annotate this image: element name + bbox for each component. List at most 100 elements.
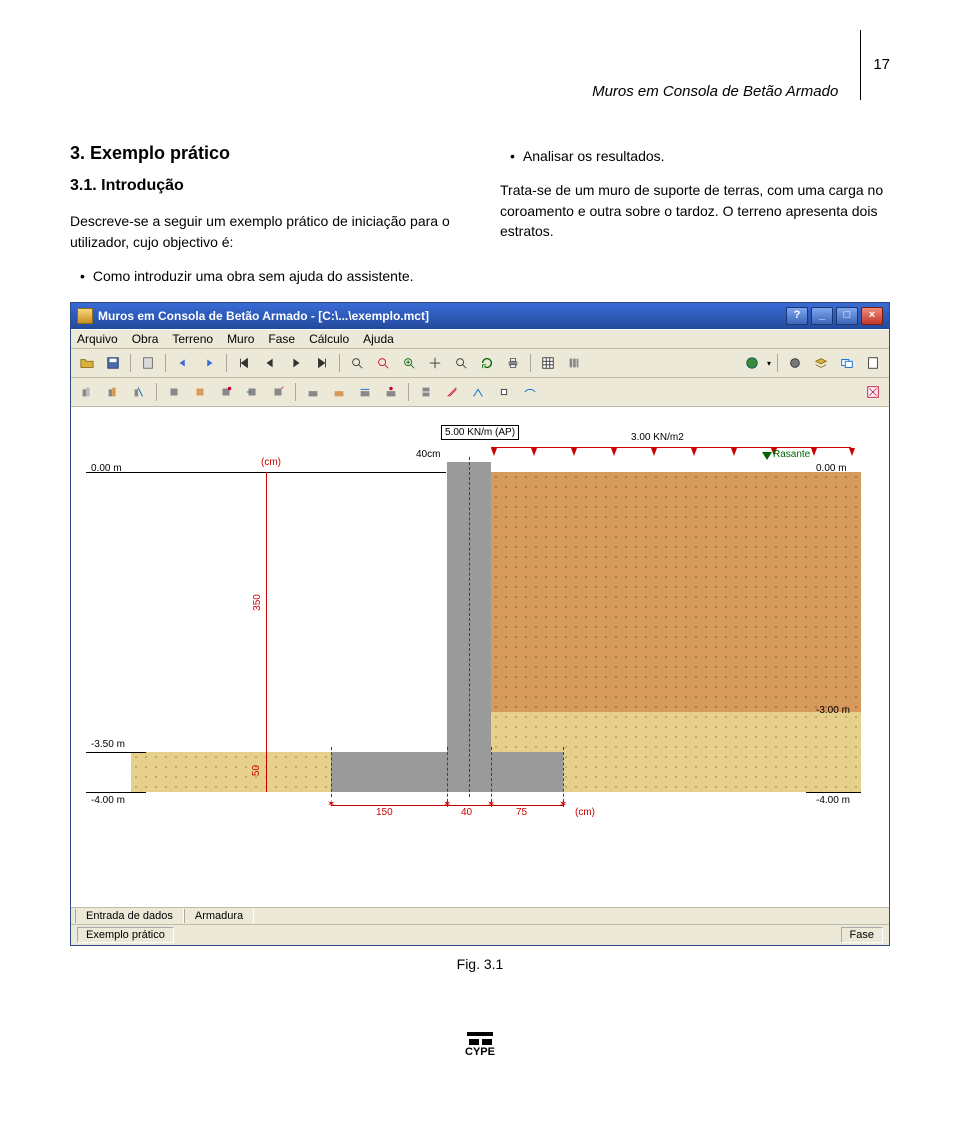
status-right: Fase: [841, 927, 883, 943]
toolbar-separator: [156, 383, 157, 401]
toolbar-main: ▾: [71, 349, 889, 378]
tool-h-icon[interactable]: [267, 381, 289, 403]
toolbar-separator: [130, 354, 131, 372]
elev-left-400: -4.00 m: [91, 795, 125, 806]
first-icon[interactable]: [233, 352, 255, 374]
zoom-fit-icon[interactable]: [372, 352, 394, 374]
print-icon[interactable]: [502, 352, 524, 374]
undo-icon[interactable]: [172, 352, 194, 374]
zoom-window-icon[interactable]: [346, 352, 368, 374]
open-icon[interactable]: [76, 352, 98, 374]
tool-g-icon[interactable]: [241, 381, 263, 403]
intro-paragraph: Descreve-se a seguir um exemplo prático …: [70, 211, 460, 252]
tool-c-icon[interactable]: [128, 381, 150, 403]
bullet-item-2: • Analisar os resultados.: [510, 146, 890, 166]
calc-icon[interactable]: [137, 352, 159, 374]
status-left: Exemplo prático: [77, 927, 174, 943]
tool-d-icon[interactable]: [163, 381, 185, 403]
windows-icon[interactable]: [836, 352, 858, 374]
tool-f-icon[interactable]: [215, 381, 237, 403]
dropdown-caret-icon[interactable]: ▾: [767, 359, 771, 368]
toolbar-separator: [408, 383, 409, 401]
dim-tick: [563, 747, 564, 807]
dim-tick: [447, 747, 448, 807]
tool-l-icon[interactable]: [380, 381, 402, 403]
menu-fase[interactable]: Fase: [268, 332, 295, 346]
bullet-text: Como introduzir uma obra sem ajuda do as…: [93, 266, 414, 286]
zoom-prev-icon[interactable]: [450, 352, 472, 374]
toolbar-separator: [165, 354, 166, 372]
app-icon: [77, 308, 93, 324]
menu-arquivo[interactable]: Arquivo: [77, 332, 118, 346]
distributed-load-label: 3.00 KN/m2: [631, 432, 684, 443]
bullet-text: Analisar os resultados.: [523, 146, 665, 166]
tool-p-icon[interactable]: [493, 381, 515, 403]
top-width-label: 40cm: [416, 449, 440, 460]
close-button[interactable]: ×: [861, 307, 883, 325]
left-column: 3. Exemplo prático 3.1. Introdução Descr…: [70, 140, 460, 292]
toolbar-separator: [226, 354, 227, 372]
tool-a-icon[interactable]: [76, 381, 98, 403]
bullet-dot-icon: •: [80, 266, 85, 286]
dim-tick: [491, 747, 492, 807]
columns-icon[interactable]: [563, 352, 585, 374]
globe-icon[interactable]: [741, 352, 763, 374]
menu-bar: Arquivo Obra Terreno Muro Fase Cálculo A…: [71, 329, 889, 349]
toolbar-secondary: [71, 378, 889, 407]
document-page: Muros em Consola de Betão Armado 17 3. E…: [0, 0, 960, 1098]
right-column: • Analisar os resultados. Trata-se de um…: [500, 140, 890, 292]
window-controls: ? _ □ ×: [786, 307, 883, 325]
subsection-heading: 3.1. Introdução: [70, 174, 460, 197]
menu-terreno[interactable]: Terreno: [172, 332, 213, 346]
menu-ajuda[interactable]: Ajuda: [363, 332, 394, 346]
redo-icon[interactable]: [198, 352, 220, 374]
maximize-button[interactable]: □: [836, 307, 858, 325]
title-bar-left: Muros em Consola de Betão Armado - [C:\.…: [77, 308, 429, 324]
drawing-canvas[interactable]: 5.00 KN/m (AP) 3.00 KN/m2 Rasante 0.00 m…: [71, 407, 889, 907]
elev-right-300: -3.00 m: [816, 705, 850, 716]
tool-o-icon[interactable]: [467, 381, 489, 403]
save-icon[interactable]: [102, 352, 124, 374]
toolbar-separator: [777, 354, 778, 372]
load-arrow-icon: [731, 448, 737, 456]
zoom-in-icon[interactable]: [398, 352, 420, 374]
table-icon[interactable]: [537, 352, 559, 374]
body-columns: 3. Exemplo prático 3.1. Introdução Descr…: [70, 140, 890, 292]
load-arrow-icon: [571, 448, 577, 456]
pan-icon[interactable]: [424, 352, 446, 374]
next-icon[interactable]: [285, 352, 307, 374]
tab-entrada-dados[interactable]: Entrada de dados: [75, 909, 184, 923]
tool-e-icon[interactable]: [189, 381, 211, 403]
guide-line: [86, 752, 146, 753]
minimize-button[interactable]: _: [811, 307, 833, 325]
prev-icon[interactable]: [259, 352, 281, 374]
section-heading: 3. Exemplo prático: [70, 140, 460, 166]
tool-k-icon[interactable]: [354, 381, 376, 403]
menu-calculo[interactable]: Cálculo: [309, 332, 349, 346]
refresh-icon[interactable]: [476, 352, 498, 374]
settings-icon[interactable]: [784, 352, 806, 374]
page-header: Muros em Consola de Betão Armado 17: [70, 30, 890, 100]
tool-q-icon[interactable]: [519, 381, 541, 403]
help-button[interactable]: ?: [786, 307, 808, 325]
last-icon[interactable]: [311, 352, 333, 374]
bullet-item-1: • Como introduzir uma obra sem ajuda do …: [80, 266, 460, 286]
tool-n-icon[interactable]: [441, 381, 463, 403]
menu-obra[interactable]: Obra: [132, 332, 159, 346]
load-arrow-icon: [531, 448, 537, 456]
footer-brand-text: CYPE: [70, 1046, 890, 1058]
dim-tick: [331, 747, 332, 797]
sheet-icon[interactable]: [862, 352, 884, 374]
menu-muro[interactable]: Muro: [227, 332, 254, 346]
tool-m-icon[interactable]: [415, 381, 437, 403]
tool-i-icon[interactable]: [302, 381, 324, 403]
header-separator: [860, 30, 861, 100]
tool-b-icon[interactable]: [102, 381, 124, 403]
layers-icon[interactable]: [810, 352, 832, 374]
tool-j-icon[interactable]: [328, 381, 350, 403]
load-arrow-icon: [611, 448, 617, 456]
tab-armadura[interactable]: Armadura: [184, 909, 254, 923]
dim-stem: 40: [461, 807, 472, 818]
page-number: 17: [873, 30, 890, 100]
exit-icon[interactable]: [862, 381, 884, 403]
